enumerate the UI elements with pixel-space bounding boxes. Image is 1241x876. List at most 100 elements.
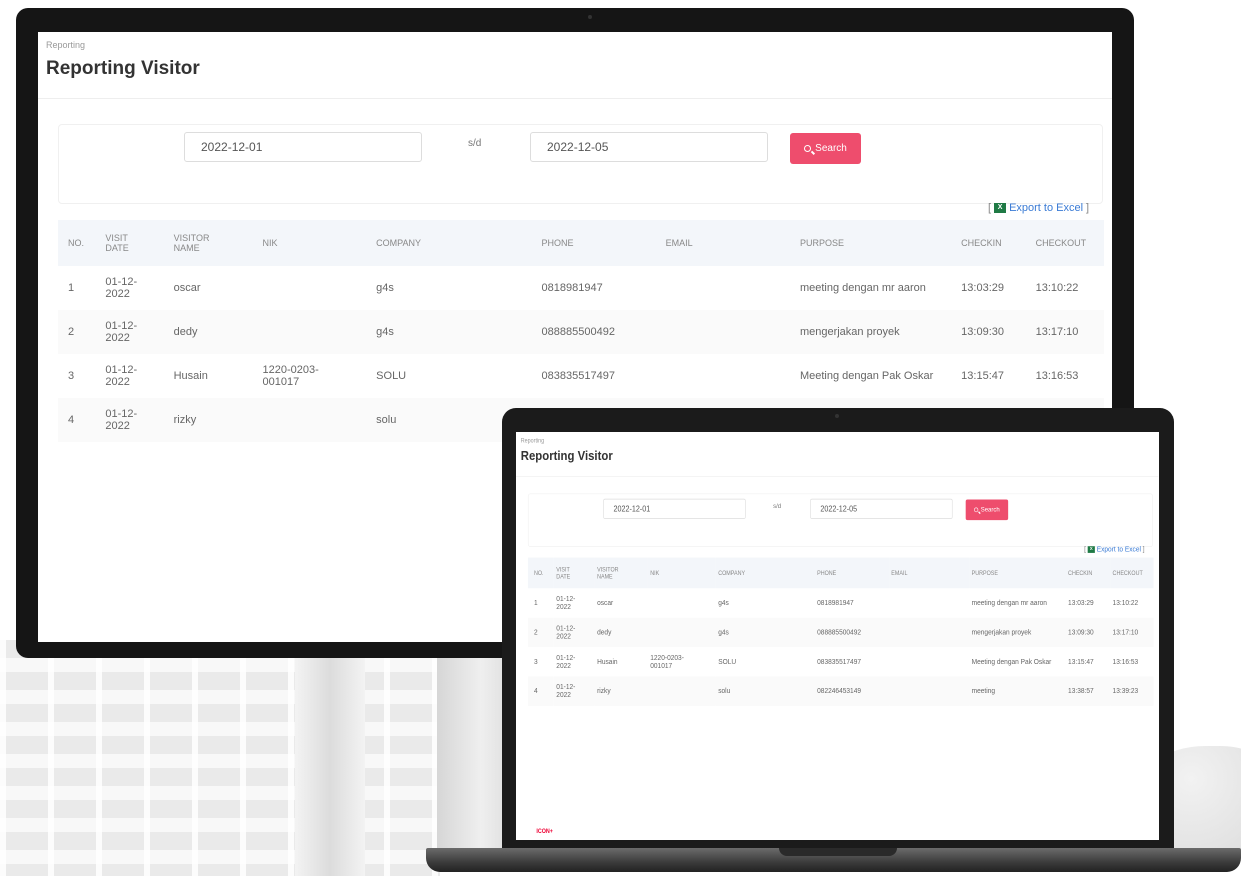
cell-checkin: 13:09:30 [957, 310, 1032, 354]
col-checkin: CHECKIN [1068, 569, 1093, 577]
cell-checkout: 13:39:23 [1110, 676, 1154, 706]
cell-checkout: 13:17:10 [1031, 310, 1104, 354]
cell-checkout: 13:10:22 [1031, 266, 1104, 310]
cell-visit-date: 01-12- 2022 [553, 617, 595, 648]
cell-nik [258, 266, 373, 310]
cell-visit-date: 01-12- 2022 [101, 354, 170, 398]
cell-visitor-name: oscar [594, 588, 648, 618]
cell-nik [647, 588, 716, 618]
cell-no: 1 [58, 266, 102, 310]
cell-company: solu [715, 676, 815, 706]
cell-purpose: mengerjakan proyek [969, 617, 1066, 648]
cell-email [661, 310, 796, 354]
cell-visit-date: 01-12- 2022 [553, 588, 595, 618]
cell-company: g4s [372, 310, 538, 354]
cell-email [888, 676, 970, 706]
col-purpose: PURPOSE [971, 569, 998, 577]
cell-email [888, 588, 970, 618]
breadcrumb[interactable]: Reporting [46, 40, 85, 50]
export-label: Export to Excel [1096, 545, 1141, 554]
divider [516, 476, 1159, 477]
cell-no: 2 [58, 310, 102, 354]
cell-phone: 083835517497 [537, 354, 662, 398]
cell-company: g4s [372, 266, 538, 310]
cell-checkout: 13:16:53 [1110, 647, 1154, 677]
search-button-label: Search [980, 506, 1000, 514]
cell-no: 4 [527, 676, 554, 706]
search-button[interactable]: Search [965, 499, 1009, 521]
date-from-input[interactable]: 2022-12-01 [603, 498, 746, 519]
divider [38, 98, 1112, 99]
cell-company: g4s [715, 617, 815, 648]
cell-nik [258, 310, 373, 354]
col-visitor-name: VISITOR NAME [173, 233, 210, 253]
cell-checkin: 13:09:30 [1065, 617, 1111, 648]
webcam [835, 414, 839, 418]
cell-visitor-name: Husain [594, 647, 648, 677]
cell-no: 2 [527, 617, 554, 648]
cell-phone: 0818981947 [537, 266, 662, 310]
search-button[interactable]: Search [790, 133, 861, 164]
cell-email [661, 266, 796, 310]
table-header-row: NO. VISIT DATE VISITOR NAME NIK COMPANY PH… [527, 557, 1154, 589]
cell-purpose: meeting [969, 676, 1066, 706]
cell-purpose: Meeting dengan Pak Oskar [795, 354, 958, 398]
col-nik: NIK [262, 238, 278, 248]
cell-visitor-name: rizky [169, 398, 259, 442]
footer-logo: ICON+ [536, 827, 553, 835]
breadcrumb[interactable]: Reporting [521, 437, 544, 444]
col-company: COMPANY [376, 238, 422, 248]
cell-checkout: 13:10:22 [1110, 588, 1154, 618]
cell-purpose: mengerjakan proyek [795, 310, 958, 354]
cell-nik [647, 676, 716, 706]
cell-checkin: 13:15:47 [957, 354, 1032, 398]
col-nik: NIK [650, 569, 660, 577]
col-phone: PHONE [817, 569, 837, 577]
date-to-input[interactable]: 2022-12-05 [810, 498, 953, 519]
col-visitor-name: VISITOR NAME [597, 566, 619, 580]
cell-email [888, 647, 970, 677]
table-row: 2 01-12- 2022 dedy g4s 088885500492 mengerjaka… [58, 310, 1104, 354]
cell-visit-date: 01-12- 2022 [553, 676, 595, 706]
visitor-table: NO. VISIT DATE VISITOR NAME NIK COMPANY PH… [527, 557, 1154, 706]
table-row: 1 01-12- 2022 oscar g4s 0818981947 meeting den… [58, 266, 1104, 310]
cell-visit-date: 01-12- 2022 [553, 647, 595, 677]
table-row: 3 01-12- 2022 Husain 1220-0203- 001017 SOLU 083… [58, 354, 1104, 398]
col-checkout: CHECKOUT [1035, 238, 1087, 248]
laptop-base [426, 848, 1241, 872]
cell-nik [258, 398, 373, 442]
page-title: Reporting Visitor [520, 449, 613, 464]
cell-visitor-name: rizky [594, 676, 648, 706]
col-email: EMAIL [891, 569, 908, 577]
col-no: NO. [68, 238, 85, 248]
col-checkin: CHECKIN [961, 238, 1002, 248]
cell-phone: 083835517497 [814, 647, 889, 677]
date-to-input[interactable]: 2022-12-05 [530, 132, 768, 162]
col-company: COMPANY [718, 569, 746, 577]
cell-checkout: 13:17:10 [1110, 617, 1154, 648]
cell-company: SOLU [715, 647, 815, 677]
cell-checkin: 13:03:29 [1065, 588, 1111, 618]
cell-email [661, 354, 796, 398]
export-to-excel-link[interactable]: [ X Export to Excel ] [1084, 546, 1144, 554]
cell-visit-date: 01-12- 2022 [101, 398, 170, 442]
cell-email [888, 617, 970, 648]
cell-nik: 1220-0203- 001017 [647, 647, 716, 677]
table-header-row: NO. VISIT DATE VISITOR NAME NIK COMPANY PH… [58, 220, 1104, 266]
cell-purpose: Meeting dengan Pak Oskar [969, 647, 1066, 677]
excel-icon: X [1087, 546, 1095, 553]
excel-icon: X [994, 203, 1007, 213]
cell-checkin: 13:15:47 [1065, 647, 1111, 677]
cell-phone: 0818981947 [814, 588, 889, 618]
cell-no: 3 [58, 354, 102, 398]
date-from-input[interactable]: 2022-12-01 [184, 132, 422, 162]
laptop: Reporting Reporting Visitor 2022-12-01 s… [502, 408, 1174, 848]
cell-nik [647, 617, 716, 648]
cell-no: 4 [58, 398, 102, 442]
page-title: Reporting Visitor [46, 58, 200, 79]
export-to-excel-link[interactable]: [ X Export to Excel ] [988, 202, 1089, 214]
webcam [588, 15, 592, 19]
col-checkout: CHECKOUT [1112, 569, 1143, 577]
cell-checkin: 13:38:57 [1065, 676, 1111, 706]
col-no: NO. [533, 569, 544, 577]
